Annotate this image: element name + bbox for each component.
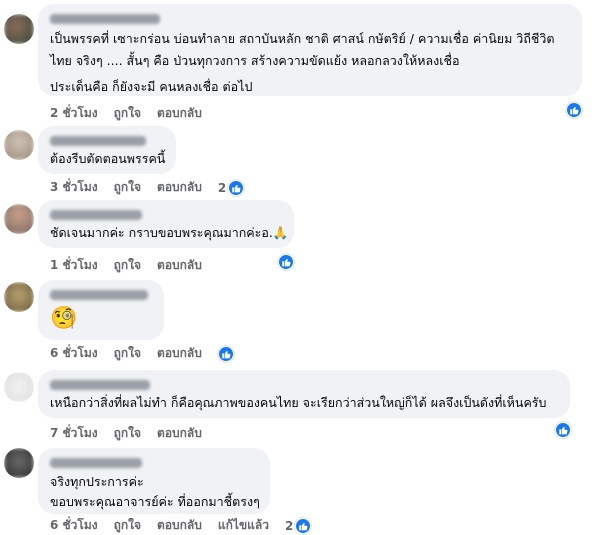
comment-actions: 7 ชั่วโมง ถูกใจ ตอบกลับ: [50, 424, 218, 443]
thumbs-up-icon[interactable]: [566, 102, 582, 118]
thumbs-up-icon[interactable]: [217, 345, 234, 362]
thumbs-up-icon[interactable]: [278, 254, 294, 270]
reaction-count[interactable]: 2: [218, 179, 260, 196]
comment-bubble: เป็นพรรคที่ เซาะกร่อน บ่อนทำลาย สถาบันหล…: [38, 4, 582, 96]
comment-bubble: ต้องรีบตัดตอนพรรคนี้: [38, 126, 176, 174]
avatar[interactable]: [4, 282, 34, 312]
timestamp[interactable]: 3 ชั่วโมง: [50, 178, 98, 197]
avatar[interactable]: [4, 130, 34, 160]
comment-actions: 6 ชั่วโมง ถูกใจ ตอบกลับ แก้ไขแล้ว 2: [50, 516, 327, 535]
comment-text: เหนือกว่าสิ่งที่ผลไม่ทำ ก็คือคุณภาพของคน…: [50, 395, 547, 410]
timestamp[interactable]: 6 ชั่วโมง: [50, 344, 98, 363]
reply-button[interactable]: ตอบกลับ: [157, 516, 202, 535]
timestamp[interactable]: 6 ชั่วโมง: [50, 516, 98, 535]
comment-bubble: ชัดเจนมากค่ะ กราบขอบพระคุณมากค่ะอ.🙏: [38, 200, 294, 248]
timestamp[interactable]: 1 ชั่วโมง: [50, 256, 98, 275]
like-button[interactable]: ถูกใจ: [114, 516, 141, 535]
like-button[interactable]: ถูกใจ: [114, 104, 141, 123]
avatar[interactable]: [4, 448, 34, 478]
commenter-name[interactable]: [50, 458, 142, 468]
like-button[interactable]: ถูกใจ: [114, 256, 141, 275]
timestamp[interactable]: 2 ชั่วโมง: [50, 104, 98, 123]
comment-bubble: จริงทุกประการค่ะ ขอบพระคุณอาจารย์ค่ะ ที่…: [38, 448, 270, 514]
reply-button[interactable]: ตอบกลับ: [157, 178, 202, 197]
like-button[interactable]: ถูกใจ: [114, 344, 141, 363]
thumbs-up-icon: [295, 517, 312, 534]
commenter-name[interactable]: [50, 380, 150, 390]
comment-text: ต้องรีบตัดตอนพรรคนี้: [50, 151, 166, 166]
commenter-name[interactable]: [50, 136, 146, 146]
avatar[interactable]: [4, 14, 34, 44]
reaction-count[interactable]: 2: [285, 517, 327, 534]
comment-text: จริงทุกประการค่ะ ขอบพระคุณอาจารย์ค่ะ ที่…: [50, 474, 260, 509]
comment-bubble: เหนือกว่าสิ่งที่ผลไม่ทำ ก็คือคุณภาพของคน…: [38, 370, 570, 418]
avatar[interactable]: [4, 204, 34, 234]
comment-emoji: 🧐: [50, 306, 78, 331]
comment-actions: 3 ชั่วโมง ถูกใจ ตอบกลับ 2: [50, 178, 260, 197]
reply-button[interactable]: ตอบกลับ: [157, 256, 202, 275]
thumbs-up-icon[interactable]: [555, 422, 571, 438]
commenter-name[interactable]: [50, 14, 160, 24]
comment-bubble: 🧐: [38, 280, 164, 340]
like-button[interactable]: ถูกใจ: [114, 178, 141, 197]
reply-button[interactable]: ตอบกลับ: [157, 424, 202, 443]
like-button[interactable]: ถูกใจ: [114, 424, 141, 443]
avatar[interactable]: [4, 372, 34, 402]
commenter-name[interactable]: [50, 210, 142, 220]
comment-text: ชัดเจนมากค่ะ กราบขอบพระคุณมากค่ะอ.🙏: [50, 225, 289, 240]
thumbs-up-icon: [228, 179, 245, 196]
reply-button[interactable]: ตอบกลับ: [157, 104, 202, 123]
comment-actions: 1 ชั่วโมง ถูกใจ ตอบกลับ: [50, 256, 218, 275]
comment-actions: 6 ชั่วโมง ถูกใจ ตอบกลับ: [50, 344, 250, 363]
commenter-name[interactable]: [50, 290, 148, 300]
comment-actions: 2 ชั่วโมง ถูกใจ ตอบกลับ: [50, 104, 218, 123]
timestamp[interactable]: 7 ชั่วโมง: [50, 424, 98, 443]
edited-label[interactable]: แก้ไขแล้ว: [218, 516, 269, 535]
comment-text: เป็นพรรคที่ เซาะกร่อน บ่อนทำลาย สถาบันหล…: [50, 31, 555, 94]
reply-button[interactable]: ตอบกลับ: [157, 344, 202, 363]
